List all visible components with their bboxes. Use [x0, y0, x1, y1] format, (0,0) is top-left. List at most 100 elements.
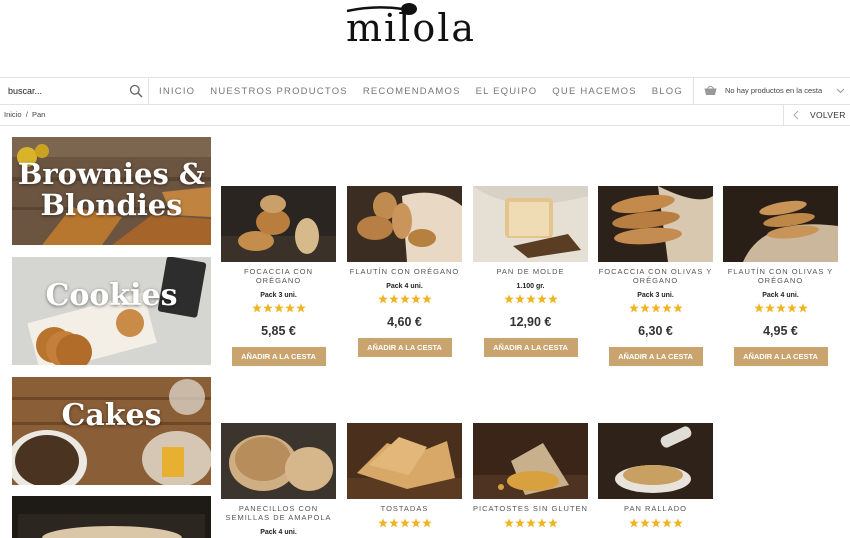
- breadcrumb-current: Pan: [31, 110, 46, 119]
- product-image[interactable]: [598, 186, 713, 262]
- star-icon: [503, 294, 514, 304]
- search-input[interactable]: [8, 83, 126, 99]
- star-icon: [764, 303, 775, 313]
- star-icon: [797, 303, 808, 313]
- star-icon: [399, 294, 410, 304]
- add-to-cart-button[interactable]: AÑADIR A LA CESTA: [608, 347, 703, 366]
- search-icon[interactable]: [129, 84, 143, 98]
- product-note: 1.100 gr.: [516, 283, 545, 290]
- star-rating: [347, 518, 462, 529]
- product-image[interactable]: [473, 423, 588, 499]
- breadcrumb-home-link[interactable]: Inicio: [4, 110, 22, 119]
- cart-widget[interactable]: No hay productos en la cesta: [693, 78, 850, 104]
- category-title: Brownies & Blondies: [17, 157, 206, 222]
- product-price: 4,95 €: [763, 324, 798, 338]
- star-icon: [388, 518, 399, 528]
- product-name[interactable]: TOSTADAS: [347, 504, 462, 513]
- product-image[interactable]: [347, 423, 462, 499]
- category-title: Cakes: [61, 398, 162, 433]
- product-note: Pack 3 uni.: [637, 292, 674, 299]
- nav-nuestros-productos[interactable]: NUESTROS PRODUCTOS: [210, 86, 348, 97]
- category-banner-partial[interactable]: [12, 496, 211, 538]
- search-box: [0, 78, 149, 104]
- category-banner-brownies[interactable]: Brownies & Blondies: [12, 137, 211, 245]
- product-note: Pack 4 uni.: [762, 292, 799, 299]
- star-icon: [421, 294, 432, 304]
- star-icon: [251, 303, 262, 313]
- product-card: FLAUTÍN CON OLIVAS Y ORÉGANO Pack 4 uni.…: [723, 186, 838, 366]
- star-icon: [262, 303, 273, 313]
- star-icon: [410, 518, 421, 528]
- product-image[interactable]: [347, 186, 462, 262]
- star-icon: [284, 303, 295, 313]
- product-name[interactable]: FLAUTÍN CON OLIVAS Y ORÉGANO: [723, 267, 838, 285]
- star-icon: [639, 518, 650, 528]
- add-to-cart-button[interactable]: AÑADIR A LA CESTA: [733, 347, 828, 366]
- nav-el-equipo[interactable]: EL EQUIPO: [476, 86, 538, 97]
- star-icon: [786, 303, 797, 313]
- product-card: FOCACCIA CON ORÉGANO Pack 3 uni. 5,85 € …: [221, 186, 336, 366]
- star-rating: [221, 303, 336, 314]
- star-icon: [650, 518, 661, 528]
- product-note: Pack 4 uni.: [260, 529, 297, 536]
- product-note: Pack 3 uni.: [260, 292, 297, 299]
- star-icon: [775, 303, 786, 313]
- category-photo: [12, 496, 211, 538]
- star-icon: [421, 518, 432, 528]
- nav-inicio[interactable]: INICIO: [159, 86, 195, 97]
- product-image[interactable]: [221, 186, 336, 262]
- product-name[interactable]: FOCACCIA CON OLIVAS Y ORÉGANO: [598, 267, 713, 285]
- cart-status-text: No hay productos en la cesta: [725, 86, 823, 95]
- star-icon: [295, 303, 306, 313]
- product-card: TOSTADAS: [347, 423, 462, 529]
- star-icon: [672, 518, 683, 528]
- star-icon: [388, 294, 399, 304]
- product-card: PAN DE MOLDE 1.100 gr. 12,90 € AÑADIR A …: [473, 186, 588, 357]
- add-to-cart-button[interactable]: AÑADIR A LA CESTA: [357, 338, 452, 357]
- star-icon: [639, 303, 650, 313]
- add-to-cart-button[interactable]: AÑADIR A LA CESTA: [231, 347, 326, 366]
- star-icon: [399, 518, 410, 528]
- star-icon: [547, 294, 558, 304]
- star-icon: [628, 303, 639, 313]
- add-to-cart-button[interactable]: AÑADIR A LA CESTA: [483, 338, 578, 357]
- product-image[interactable]: [598, 423, 713, 499]
- product-image[interactable]: [473, 186, 588, 262]
- nav-que-hacemos[interactable]: QUE HACEMOS: [552, 86, 636, 97]
- chevron-down-icon[interactable]: [836, 86, 845, 95]
- product-name[interactable]: PAN DE MOLDE: [473, 267, 588, 276]
- site-logo[interactable]: milola: [340, 0, 520, 56]
- star-rating: [598, 518, 713, 529]
- star-icon: [514, 294, 525, 304]
- product-card: PANECILLOS CON SEMILLAS DE AMAPOLA Pack …: [221, 423, 336, 536]
- breadcrumb-separator: /: [25, 110, 28, 119]
- nav-recomendamos[interactable]: RECOMENDAMOS: [363, 86, 461, 97]
- breadcrumb-bar: Inicio / Pan VOLVER: [0, 105, 850, 126]
- product-image[interactable]: [723, 186, 838, 262]
- main-navbar: INICIO NUESTROS PRODUCTOS RECOMENDAMOS E…: [0, 77, 850, 105]
- nav-blog[interactable]: BLOG: [652, 86, 683, 97]
- star-icon: [661, 518, 672, 528]
- product-image[interactable]: [221, 423, 336, 499]
- product-name[interactable]: PAN RALLADO: [598, 504, 713, 513]
- star-icon: [273, 303, 284, 313]
- star-icon: [525, 518, 536, 528]
- back-label: VOLVER: [810, 110, 846, 120]
- product-note: Pack 4 uni.: [386, 283, 423, 290]
- star-rating: [473, 518, 588, 529]
- product-name[interactable]: PANECILLOS CON SEMILLAS DE AMAPOLA: [221, 504, 336, 522]
- star-icon: [503, 518, 514, 528]
- star-icon: [661, 303, 672, 313]
- product-name[interactable]: FLAUTÍN CON ORÉGANO: [347, 267, 462, 276]
- product-name[interactable]: FOCACCIA CON ORÉGANO: [221, 267, 336, 285]
- product-card: PICATOSTES SIN GLUTEN: [473, 423, 588, 529]
- basket-icon: [704, 85, 717, 95]
- category-banner-cookies[interactable]: Cookies: [12, 257, 211, 365]
- star-rating: [473, 294, 588, 305]
- product-price: 5,85 €: [261, 324, 296, 338]
- star-icon: [377, 518, 388, 528]
- back-button[interactable]: VOLVER: [783, 105, 850, 125]
- product-name[interactable]: PICATOSTES SIN GLUTEN: [473, 504, 588, 513]
- star-icon: [650, 303, 661, 313]
- category-banner-cakes[interactable]: Cakes: [12, 377, 211, 485]
